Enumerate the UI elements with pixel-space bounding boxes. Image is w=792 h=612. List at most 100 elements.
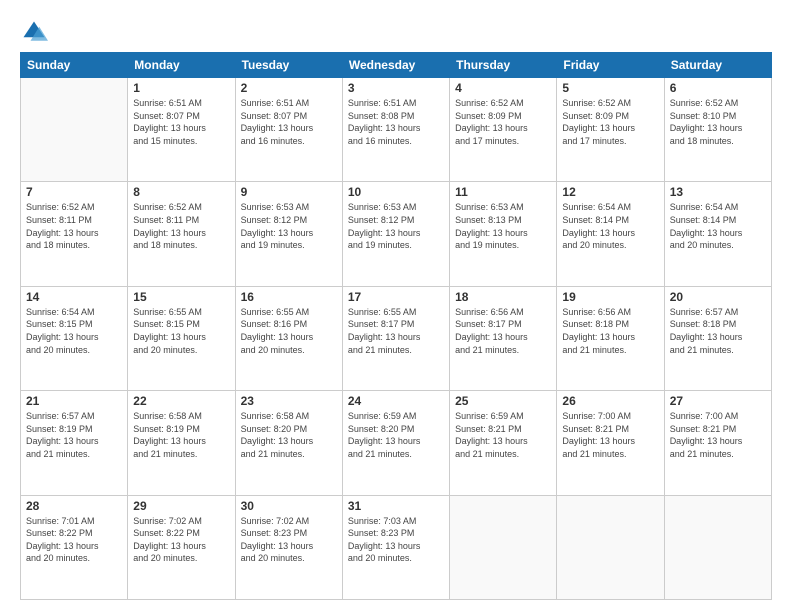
calendar-day-cell: 25 Sunrise: 6:59 AM Sunset: 8:21 PM Dayli… (450, 391, 557, 495)
day-info: Sunrise: 6:54 AM Sunset: 8:14 PM Dayligh… (562, 201, 658, 251)
day-number: 11 (455, 185, 551, 199)
day-info: Sunrise: 6:58 AM Sunset: 8:19 PM Dayligh… (133, 410, 229, 460)
calendar-day-cell: 7 Sunrise: 6:52 AM Sunset: 8:11 PM Daylig… (21, 182, 128, 286)
calendar-week-row: 1 Sunrise: 6:51 AM Sunset: 8:07 PM Daylig… (21, 78, 772, 182)
calendar-weekday-header: Wednesday (342, 53, 449, 78)
day-number: 18 (455, 290, 551, 304)
day-number: 8 (133, 185, 229, 199)
day-number: 28 (26, 499, 122, 513)
day-number: 29 (133, 499, 229, 513)
day-info: Sunrise: 7:02 AM Sunset: 8:22 PM Dayligh… (133, 515, 229, 565)
header (20, 18, 772, 46)
calendar-day-cell (450, 495, 557, 599)
day-number: 2 (241, 81, 337, 95)
calendar-day-cell: 29 Sunrise: 7:02 AM Sunset: 8:22 PM Dayli… (128, 495, 235, 599)
calendar-day-cell: 2 Sunrise: 6:51 AM Sunset: 8:07 PM Daylig… (235, 78, 342, 182)
page: SundayMondayTuesdayWednesdayThursdayFrid… (0, 0, 792, 612)
calendar-weekday-header: Friday (557, 53, 664, 78)
calendar-day-cell: 27 Sunrise: 7:00 AM Sunset: 8:21 PM Dayli… (664, 391, 771, 495)
calendar-weekday-header: Tuesday (235, 53, 342, 78)
calendar-day-cell: 28 Sunrise: 7:01 AM Sunset: 8:22 PM Dayli… (21, 495, 128, 599)
calendar-day-cell (21, 78, 128, 182)
calendar-day-cell: 19 Sunrise: 6:56 AM Sunset: 8:18 PM Dayli… (557, 286, 664, 390)
calendar-table: SundayMondayTuesdayWednesdayThursdayFrid… (20, 52, 772, 600)
calendar-day-cell: 8 Sunrise: 6:52 AM Sunset: 8:11 PM Daylig… (128, 182, 235, 286)
day-info: Sunrise: 6:59 AM Sunset: 8:20 PM Dayligh… (348, 410, 444, 460)
day-number: 21 (26, 394, 122, 408)
calendar-day-cell: 16 Sunrise: 6:55 AM Sunset: 8:16 PM Dayli… (235, 286, 342, 390)
day-number: 12 (562, 185, 658, 199)
day-info: Sunrise: 6:52 AM Sunset: 8:10 PM Dayligh… (670, 97, 766, 147)
day-number: 19 (562, 290, 658, 304)
calendar-day-cell: 14 Sunrise: 6:54 AM Sunset: 8:15 PM Dayli… (21, 286, 128, 390)
day-number: 26 (562, 394, 658, 408)
day-number: 10 (348, 185, 444, 199)
day-info: Sunrise: 6:52 AM Sunset: 8:11 PM Dayligh… (26, 201, 122, 251)
day-number: 13 (670, 185, 766, 199)
calendar-day-cell: 17Sunrise: 6:55 AM Sunset: 8:17 PM Dayli… (342, 286, 449, 390)
calendar-day-cell: 22 Sunrise: 6:58 AM Sunset: 8:19 PM Dayli… (128, 391, 235, 495)
calendar-day-cell (557, 495, 664, 599)
day-info: Sunrise: 6:59 AM Sunset: 8:21 PM Dayligh… (455, 410, 551, 460)
day-info: Sunrise: 7:01 AM Sunset: 8:22 PM Dayligh… (26, 515, 122, 565)
calendar-header-row: SundayMondayTuesdayWednesdayThursdayFrid… (21, 53, 772, 78)
day-info: Sunrise: 6:53 AM Sunset: 8:12 PM Dayligh… (241, 201, 337, 251)
day-number: 16 (241, 290, 337, 304)
logo-icon (20, 18, 48, 46)
day-info: Sunrise: 6:52 AM Sunset: 8:09 PM Dayligh… (562, 97, 658, 147)
calendar-day-cell: 9 Sunrise: 6:53 AM Sunset: 8:12 PM Daylig… (235, 182, 342, 286)
day-info: Sunrise: 6:54 AM Sunset: 8:14 PM Dayligh… (670, 201, 766, 251)
calendar-day-cell: 21Sunrise: 6:57 AM Sunset: 8:19 PM Dayli… (21, 391, 128, 495)
calendar-day-cell: 11 Sunrise: 6:53 AM Sunset: 8:13 PM Dayli… (450, 182, 557, 286)
day-number: 14 (26, 290, 122, 304)
day-number: 5 (562, 81, 658, 95)
day-info: Sunrise: 7:03 AM Sunset: 8:23 PM Dayligh… (348, 515, 444, 565)
calendar-day-cell: 20 Sunrise: 6:57 AM Sunset: 8:18 PM Dayli… (664, 286, 771, 390)
day-info: Sunrise: 6:55 AM Sunset: 8:15 PM Dayligh… (133, 306, 229, 356)
calendar-day-cell: 13 Sunrise: 6:54 AM Sunset: 8:14 PM Dayli… (664, 182, 771, 286)
calendar-day-cell: 15 Sunrise: 6:55 AM Sunset: 8:15 PM Dayli… (128, 286, 235, 390)
day-number: 20 (670, 290, 766, 304)
day-number: 4 (455, 81, 551, 95)
day-info: Sunrise: 7:00 AM Sunset: 8:21 PM Dayligh… (670, 410, 766, 460)
day-info: Sunrise: 6:51 AM Sunset: 8:07 PM Dayligh… (241, 97, 337, 147)
calendar-week-row: 14 Sunrise: 6:54 AM Sunset: 8:15 PM Dayli… (21, 286, 772, 390)
day-info: Sunrise: 6:54 AM Sunset: 8:15 PM Dayligh… (26, 306, 122, 356)
day-info: Sunrise: 6:55 AM Sunset: 8:16 PM Dayligh… (241, 306, 337, 356)
calendar-day-cell: 26Sunrise: 7:00 AM Sunset: 8:21 PM Dayli… (557, 391, 664, 495)
day-info: Sunrise: 6:56 AM Sunset: 8:18 PM Dayligh… (562, 306, 658, 356)
calendar-weekday-header: Monday (128, 53, 235, 78)
calendar-day-cell: 30 Sunrise: 7:02 AM Sunset: 8:23 PM Dayli… (235, 495, 342, 599)
calendar-weekday-header: Thursday (450, 53, 557, 78)
calendar-week-row: 21Sunrise: 6:57 AM Sunset: 8:19 PM Dayli… (21, 391, 772, 495)
day-info: Sunrise: 6:56 AM Sunset: 8:17 PM Dayligh… (455, 306, 551, 356)
day-number: 24 (348, 394, 444, 408)
calendar-weekday-header: Sunday (21, 53, 128, 78)
day-info: Sunrise: 6:53 AM Sunset: 8:13 PM Dayligh… (455, 201, 551, 251)
day-info: Sunrise: 6:52 AM Sunset: 8:11 PM Dayligh… (133, 201, 229, 251)
calendar-day-cell: 1Sunrise: 6:51 AM Sunset: 8:07 PM Daylig… (128, 78, 235, 182)
day-info: Sunrise: 6:51 AM Sunset: 8:08 PM Dayligh… (348, 97, 444, 147)
calendar-day-cell (664, 495, 771, 599)
calendar-weekday-header: Saturday (664, 53, 771, 78)
calendar-day-cell: 31Sunrise: 7:03 AM Sunset: 8:23 PM Dayli… (342, 495, 449, 599)
day-number: 23 (241, 394, 337, 408)
calendar-day-cell: 12 Sunrise: 6:54 AM Sunset: 8:14 PM Dayli… (557, 182, 664, 286)
day-number: 22 (133, 394, 229, 408)
logo (20, 18, 52, 46)
calendar-day-cell: 5 Sunrise: 6:52 AM Sunset: 8:09 PM Daylig… (557, 78, 664, 182)
day-number: 3 (348, 81, 444, 95)
day-number: 27 (670, 394, 766, 408)
day-info: Sunrise: 7:02 AM Sunset: 8:23 PM Dayligh… (241, 515, 337, 565)
day-number: 6 (670, 81, 766, 95)
day-number: 7 (26, 185, 122, 199)
day-info: Sunrise: 6:57 AM Sunset: 8:18 PM Dayligh… (670, 306, 766, 356)
day-number: 25 (455, 394, 551, 408)
calendar-day-cell: 23Sunrise: 6:58 AM Sunset: 8:20 PM Dayli… (235, 391, 342, 495)
day-number: 9 (241, 185, 337, 199)
calendar-day-cell: 24 Sunrise: 6:59 AM Sunset: 8:20 PM Dayli… (342, 391, 449, 495)
day-number: 30 (241, 499, 337, 513)
calendar-week-row: 7 Sunrise: 6:52 AM Sunset: 8:11 PM Daylig… (21, 182, 772, 286)
day-number: 1 (133, 81, 229, 95)
day-number: 15 (133, 290, 229, 304)
